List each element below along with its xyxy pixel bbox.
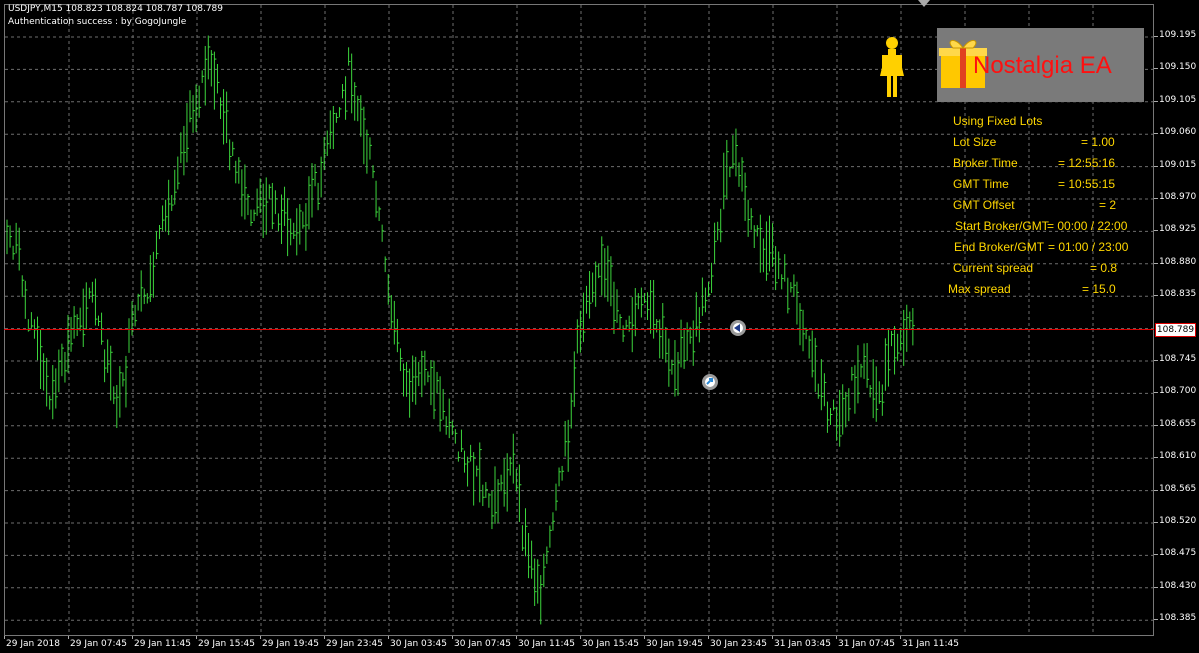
chart-shift-marker-icon[interactable] <box>918 0 930 7</box>
price-axis-tick <box>1154 586 1158 588</box>
price-axis-tick <box>1154 295 1158 297</box>
time-axis-tick <box>260 636 261 639</box>
time-axis-label: 29 Jan 07:45 <box>70 639 127 649</box>
price-axis-label: 108.610 <box>1159 451 1197 462</box>
price-axis-tick <box>1154 489 1158 491</box>
price-axis-label: 108.970 <box>1159 192 1197 202</box>
time-axis-label: 31 Jan 03:45 <box>774 639 831 649</box>
auth-status: Authentication success : by GogoJungle <box>8 17 187 27</box>
price-axis-label: 108.925 <box>1159 224 1197 235</box>
price-axis-label: 109.150 <box>1159 62 1197 73</box>
ea-info-value: = 0.8 <box>1090 261 1118 275</box>
ea-info-value: = 10:55:15 <box>1058 177 1116 191</box>
price-axis-label: 109.105 <box>1159 94 1197 105</box>
time-axis-tick <box>388 636 389 639</box>
woman-figure-icon <box>880 37 904 97</box>
time-axis-tick <box>644 636 645 639</box>
price-axis-tick <box>1154 198 1158 199</box>
price-axis-label: 108.835 <box>1159 289 1197 300</box>
price-axis-tick <box>1154 165 1158 167</box>
ea-info-value: = 12:55:16 <box>1058 156 1116 170</box>
ea-info-label: Broker Time <box>953 156 1018 170</box>
time-axis-tick <box>772 636 773 639</box>
price-axis-tick <box>1154 522 1158 523</box>
ea-info-label: Max spread <box>948 282 1011 296</box>
time-axis-tick <box>900 636 901 639</box>
price-axis-tick <box>1154 360 1158 361</box>
price-axis-tick <box>1154 619 1158 621</box>
time-axis-label: 30 Jan 07:45 <box>454 639 511 649</box>
price-axis-label: 109.015 <box>1159 159 1197 170</box>
time-axis-tick <box>324 636 325 639</box>
ea-info-label: End Broker/GMT <box>954 240 1045 254</box>
ea-info-value: = 1.00 <box>1081 135 1115 149</box>
ea-info-label: Current spread <box>953 261 1034 275</box>
price-axis-tick <box>1154 133 1158 135</box>
price-axis-label: 109.195 <box>1159 30 1197 40</box>
time-axis-tick <box>132 636 133 639</box>
price-axis-label: 109.060 <box>1159 127 1197 138</box>
price-axis-label: 108.520 <box>1159 516 1197 526</box>
price-axis-label: 108.385 <box>1159 613 1197 624</box>
ea-info-value: = 15.0 <box>1082 282 1116 296</box>
time-axis-tick <box>68 636 69 639</box>
time-axis-label: 30 Jan 03:45 <box>390 639 447 649</box>
time-axis-label: 30 Jan 15:45 <box>582 639 639 649</box>
price-axis-tick <box>1154 100 1158 102</box>
time-axis-tick <box>4 636 5 639</box>
ea-info-value: = 00:00 / 22:00 <box>1047 219 1128 233</box>
ea-info-value: = 2 <box>1099 198 1117 212</box>
time-axis-label: 29 Jan 19:45 <box>262 639 319 649</box>
price-axis-tick <box>1154 424 1158 426</box>
current-price-tag: 108.789 <box>1155 323 1196 337</box>
price-axis-tick <box>1154 68 1158 70</box>
price-axis-tick <box>1154 262 1158 264</box>
ea-title: Nostalgia EA <box>973 52 1112 79</box>
ea-info-label: Lot Size <box>953 135 997 149</box>
price-axis-tick <box>1154 36 1158 37</box>
time-axis-label: 29 Jan 2018 <box>6 639 60 649</box>
ea-info-value: = 01:00 / 23:00 <box>1048 240 1129 254</box>
price-axis-tick <box>1154 230 1158 232</box>
price-axis-label: 108.655 <box>1159 418 1197 429</box>
time-axis-label: 30 Jan 19:45 <box>646 639 703 649</box>
ea-info-label: GMT Offset <box>953 198 1015 212</box>
chart-window[interactable]: USDJPY,M15 108.823 108.824 108.787 108.7… <box>0 0 1199 653</box>
price-axis-label: 108.880 <box>1159 256 1197 267</box>
price-axis-label: 108.745 <box>1159 354 1197 364</box>
time-axis-label: 29 Jan 23:45 <box>326 639 383 649</box>
symbol-info: USDJPY,M15 108.823 108.824 108.787 108.7… <box>8 4 224 14</box>
price-axis-tick <box>1154 392 1158 394</box>
time-axis-tick <box>452 636 453 639</box>
time-axis-tick <box>580 636 581 639</box>
time-axis-label: 31 Jan 07:45 <box>838 639 895 649</box>
time-axis-tick <box>836 636 837 639</box>
price-axis-tick <box>1154 457 1158 459</box>
time-axis-tick <box>516 636 517 639</box>
trade-arrow-icon[interactable] <box>729 319 747 337</box>
trade-close-icon[interactable] <box>701 373 719 391</box>
price-axis-tick <box>1154 554 1158 556</box>
time-axis-label: 29 Jan 15:45 <box>198 639 255 649</box>
time-axis-label: 29 Jan 11:45 <box>134 639 191 649</box>
price-axis-label: 108.475 <box>1159 548 1197 559</box>
price-axis-label: 108.430 <box>1159 580 1197 591</box>
time-axis-tick <box>196 636 197 639</box>
ea-info-label: GMT Time <box>953 177 1009 191</box>
time-axis-label: 31 Jan 11:45 <box>902 639 959 649</box>
ea-info-label: Using Fixed Lots <box>953 114 1043 128</box>
current-price-line <box>4 329 1154 330</box>
time-axis-label: 30 Jan 11:45 <box>518 639 575 649</box>
price-axis-label: 108.565 <box>1159 483 1197 494</box>
price-axis-label: 108.700 <box>1159 386 1197 397</box>
ea-info-label: Start Broker/GMT <box>955 219 1050 233</box>
time-axis-tick <box>708 636 709 639</box>
time-axis-label: 30 Jan 23:45 <box>710 639 767 649</box>
